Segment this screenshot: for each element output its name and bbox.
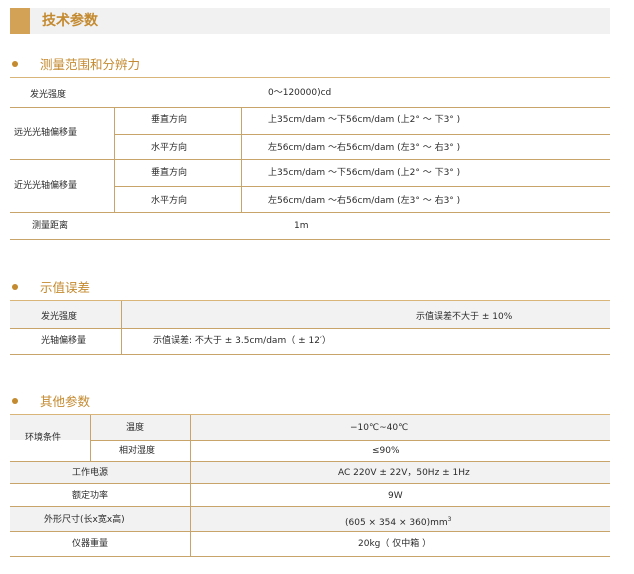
intensity-value: 0～120000)cd xyxy=(268,88,332,98)
bullet-icon xyxy=(12,61,18,67)
section-title-other: 其他参数 xyxy=(12,393,90,411)
section-title-measure: 测量范围和分辨力 xyxy=(12,56,140,74)
row-shade xyxy=(10,301,610,328)
low-horizontal-value: 左56cm/dam ～右56cm/dam (左3° ～ 右3° ) xyxy=(268,196,461,206)
error-intensity-value: 示值误差不大于 ± 10% xyxy=(416,312,513,322)
col-line xyxy=(241,107,242,212)
power-value: AC 220V ± 22V，50Hz ± 1Hz xyxy=(338,468,470,478)
rated-value: 9W xyxy=(388,491,403,501)
row-line xyxy=(10,212,610,213)
intensity-label: 发光强度 xyxy=(30,90,67,100)
section-title-text: 其他参数 xyxy=(40,394,91,409)
high-vertical-value: 上35cm/dam ～下56cm/dam (上2° ～ 下3° ) xyxy=(268,115,461,125)
size-label: 外形尺寸(长x宽x高) xyxy=(44,515,125,525)
header-bar xyxy=(10,8,610,34)
size-value: (605 × 354 × 360)mm3 xyxy=(345,514,451,529)
row-line xyxy=(10,506,610,507)
row-line xyxy=(114,186,610,187)
high-horizontal-value: 左56cm/dam ～右56cm/dam (左3° ～ 右3° ) xyxy=(268,143,461,153)
low-beam-label: 近光光轴偏移量 xyxy=(14,181,78,191)
col-line xyxy=(114,107,115,212)
col-line xyxy=(90,415,91,461)
error-intensity-label: 发光强度 xyxy=(41,312,78,322)
low-vertical-label: 垂直方向 xyxy=(151,168,188,178)
row-line xyxy=(10,159,610,160)
high-horizontal-label: 水平方向 xyxy=(151,143,188,153)
distance-label: 测量距离 xyxy=(32,221,69,231)
row-line xyxy=(10,328,610,329)
row-shade xyxy=(10,415,610,440)
row-line xyxy=(114,134,610,135)
bullet-icon xyxy=(12,398,18,404)
header-accent-square xyxy=(10,8,30,34)
error-axis-label: 光轴偏移量 xyxy=(41,336,87,346)
col-line xyxy=(121,301,122,354)
humidity-label: 相对湿度 xyxy=(119,446,156,456)
low-vertical-value: 上35cm/dam ～下56cm/dam (上2° ～ 下3° ) xyxy=(268,168,461,178)
row-line xyxy=(10,239,610,240)
rated-label: 额定功率 xyxy=(72,491,109,501)
distance-value: 1m xyxy=(294,221,309,231)
section-title-text: 示值误差 xyxy=(40,280,91,295)
row-line xyxy=(10,461,610,462)
humidity-value: ≤90% xyxy=(372,446,400,456)
error-axis-value: 示值误差: 不大于 ± 3.5cm/dam（ ± 12′） xyxy=(153,336,331,346)
row-line xyxy=(10,107,610,108)
page-title: 技术参数 xyxy=(42,13,98,29)
power-label: 工作电源 xyxy=(72,468,109,478)
high-beam-label: 远光光轴偏移量 xyxy=(14,128,78,138)
row-line xyxy=(10,354,610,355)
section-title-text: 测量范围和分辨力 xyxy=(40,57,141,72)
col-line xyxy=(190,415,191,556)
section-divider xyxy=(10,77,610,78)
row-line xyxy=(10,556,610,557)
high-vertical-label: 垂直方向 xyxy=(151,115,188,125)
section-title-error: 示值误差 xyxy=(12,279,90,297)
env-label: 环境条件 xyxy=(25,433,62,443)
row-line xyxy=(90,440,610,441)
temp-label: 温度 xyxy=(126,423,145,433)
row-line xyxy=(10,483,610,484)
weight-value: 20kg（ 仅中箱 ） xyxy=(358,539,432,549)
low-horizontal-label: 水平方向 xyxy=(151,196,188,206)
row-line xyxy=(10,531,610,532)
size-unit-superscript: 3 xyxy=(447,516,452,523)
weight-label: 仪器重量 xyxy=(72,539,109,549)
temp-value: −10℃~40℃ xyxy=(350,423,409,433)
size-value-text: (605 × 354 × 360)mm xyxy=(345,518,448,528)
bullet-icon xyxy=(12,284,18,290)
